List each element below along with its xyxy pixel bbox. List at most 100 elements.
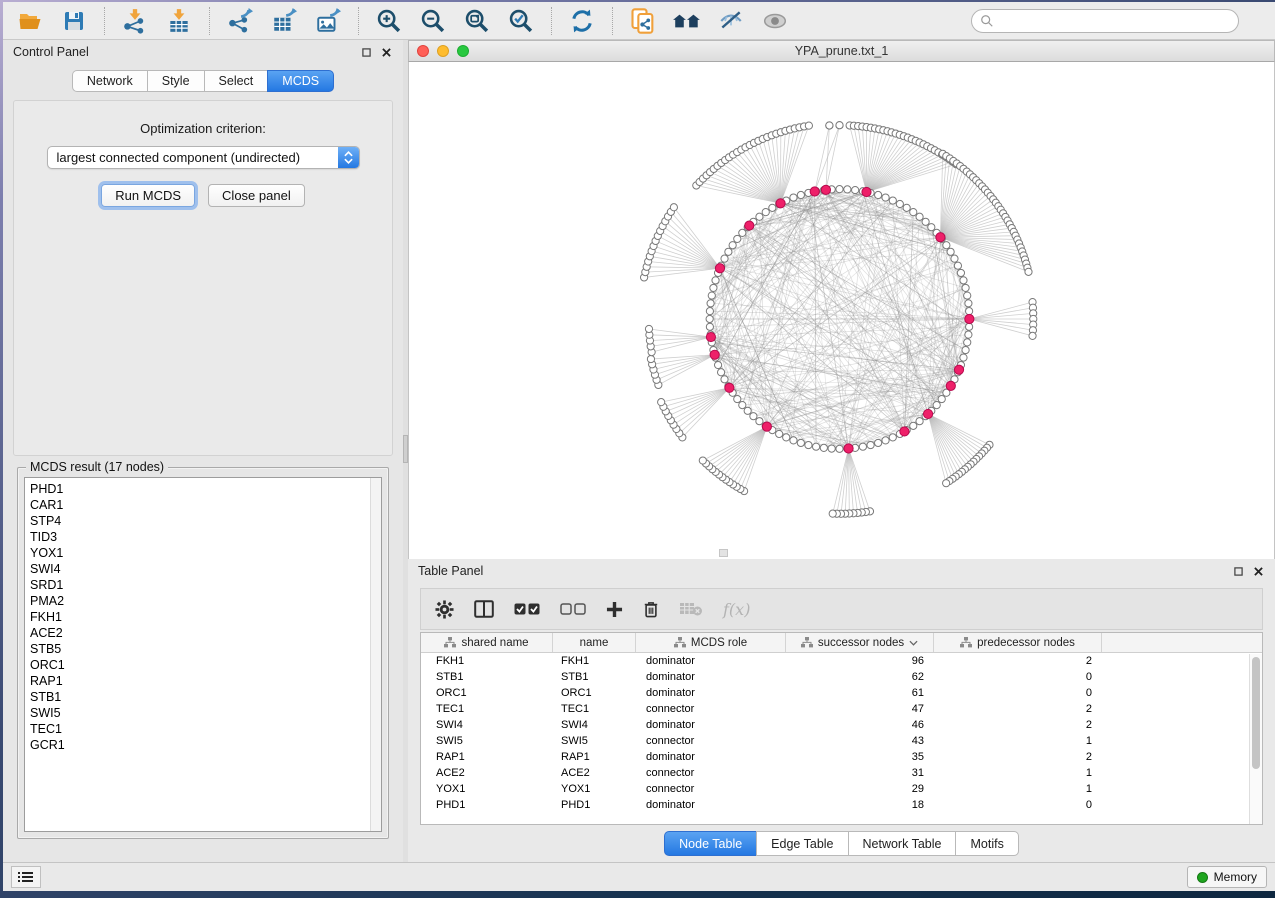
network-graph[interactable] <box>409 62 1274 559</box>
refresh-icon[interactable] <box>563 5 601 37</box>
table-row[interactable]: SWI4 SWI4 dominator 46 2 <box>421 717 1262 733</box>
mcds-result-list[interactable]: PHD1CAR1STP4TID3YOX1SWI4SRD1PMA2FKH1ACE2… <box>24 477 382 832</box>
export-image-icon[interactable] <box>309 5 347 37</box>
show-panels-menu-button[interactable] <box>11 866 41 888</box>
mcds-result-node[interactable]: PMA2 <box>25 593 381 609</box>
table-row[interactable]: STB1 STB1 dominator 62 0 <box>421 669 1262 685</box>
table-row[interactable]: TEC1 TEC1 connector 47 2 <box>421 701 1262 717</box>
criterion-dropdown[interactable]: largest connected component (undirected) <box>47 146 360 169</box>
mcds-result-node[interactable]: SWI4 <box>25 561 381 577</box>
float-panel-icon[interactable] <box>359 45 373 59</box>
zoom-selected-icon[interactable] <box>502 5 540 37</box>
open-session-icon[interactable] <box>11 5 49 37</box>
table-header: shared name name MCDS role successor nod… <box>421 633 1262 653</box>
column-header-successor-nodes[interactable]: successor nodes <box>786 633 934 652</box>
table-scrollbar[interactable] <box>1249 654 1262 824</box>
fit-content-icon[interactable] <box>458 5 496 37</box>
mcds-result-node[interactable]: RAP1 <box>25 673 381 689</box>
table-row[interactable]: SWI5 SWI5 connector 43 1 <box>421 733 1262 749</box>
mcds-result-node[interactable]: SWI5 <box>25 705 381 721</box>
zoom-in-icon[interactable] <box>370 5 408 37</box>
save-session-icon[interactable] <box>55 5 93 37</box>
mcds-result-node[interactable]: FKH1 <box>25 609 381 625</box>
node-table: shared name name MCDS role successor nod… <box>420 632 1263 825</box>
search-input[interactable] <box>999 14 1230 28</box>
app-window: Control Panel Network Style Select MCDS … <box>3 2 1275 891</box>
table-scrollbar-thumb[interactable] <box>1252 657 1260 769</box>
export-network-icon[interactable] <box>221 5 259 37</box>
table-panel-titlebar: Table Panel <box>408 559 1275 583</box>
column-header-mcds-role[interactable]: MCDS role <box>636 633 786 652</box>
tab-select[interactable]: Select <box>204 70 268 92</box>
tab-network[interactable]: Network <box>72 70 147 92</box>
import-network-icon[interactable] <box>116 5 154 37</box>
mcds-result-node[interactable]: SRD1 <box>25 577 381 593</box>
table-row[interactable]: ACE2 ACE2 connector 31 1 <box>421 765 1262 781</box>
column-header-name[interactable]: name <box>553 633 636 652</box>
mcds-result-node[interactable]: TEC1 <box>25 721 381 737</box>
tab-edge-table[interactable]: Edge Table <box>756 831 847 856</box>
network-canvas[interactable] <box>408 62 1275 559</box>
table-panel-tabs: Node Table Edge Table Network Table Moti… <box>408 831 1275 856</box>
mcds-result-node[interactable]: TID3 <box>25 529 381 545</box>
table-row[interactable]: YOX1 YOX1 connector 29 1 <box>421 781 1262 797</box>
delete-table-icon[interactable] <box>679 601 703 617</box>
zoom-out-icon[interactable] <box>414 5 452 37</box>
tab-style[interactable]: Style <box>147 70 204 92</box>
mcds-result-node[interactable]: STB1 <box>25 689 381 705</box>
table-settings-icon[interactable] <box>435 600 454 619</box>
memory-button[interactable]: Memory <box>1187 866 1267 888</box>
delete-column-icon[interactable] <box>643 600 659 618</box>
column-type-icon <box>444 637 456 648</box>
network-window-title: YPA_prune.txt_1 <box>409 44 1274 58</box>
mcds-list-scrollbar[interactable] <box>370 478 381 831</box>
function-builder-icon[interactable]: f(x) <box>723 600 750 619</box>
mcds-result-node[interactable]: PHD1 <box>25 481 381 497</box>
mcds-result-node[interactable]: CAR1 <box>25 497 381 513</box>
mcds-result-node[interactable]: STB5 <box>25 641 381 657</box>
close-panel-button[interactable]: Close panel <box>208 184 305 207</box>
toolbar-separator <box>612 7 613 35</box>
tab-mcds[interactable]: MCDS <box>267 70 334 92</box>
column-type-icon <box>960 637 972 648</box>
run-mcds-button[interactable]: Run MCDS <box>101 184 195 207</box>
close-panel-icon[interactable] <box>379 45 393 59</box>
canvas-splitter-grip[interactable] <box>719 549 728 557</box>
show-columns-icon[interactable] <box>474 600 494 618</box>
column-header-shared-name[interactable]: shared name <box>421 633 553 652</box>
table-row[interactable]: PHD1 PHD1 dominator 18 0 <box>421 797 1262 813</box>
column-header-filler <box>1102 633 1262 652</box>
network-from-selection-icon[interactable] <box>624 5 662 37</box>
search-icon <box>980 14 994 28</box>
first-neighbors-icon[interactable] <box>668 5 706 37</box>
mcds-result-node[interactable]: STP4 <box>25 513 381 529</box>
search-field[interactable] <box>971 9 1239 33</box>
import-table-icon[interactable] <box>160 5 198 37</box>
network-and-table-area: YPA_prune.txt_1 Table Panel <box>408 40 1275 862</box>
control-panel-title: Control Panel <box>13 45 89 59</box>
column-header-predecessor-nodes[interactable]: predecessor nodes <box>934 633 1102 652</box>
float-table-panel-icon[interactable] <box>1231 564 1245 578</box>
status-bar: Memory <box>3 862 1275 891</box>
mcds-result-node[interactable]: GCR1 <box>25 737 381 753</box>
tab-node-table[interactable]: Node Table <box>664 831 756 856</box>
list-icon <box>18 871 34 883</box>
deselect-all-icon[interactable] <box>560 602 586 616</box>
mcds-result-node[interactable]: ACE2 <box>25 625 381 641</box>
add-column-icon[interactable] <box>606 601 623 618</box>
table-row[interactable]: RAP1 RAP1 dominator 35 2 <box>421 749 1262 765</box>
show-all-icon[interactable] <box>756 5 794 37</box>
export-table-icon[interactable] <box>265 5 303 37</box>
hide-selected-icon[interactable] <box>712 5 750 37</box>
mcds-result-node[interactable]: YOX1 <box>25 545 381 561</box>
close-table-panel-icon[interactable] <box>1251 564 1265 578</box>
tab-network-table[interactable]: Network Table <box>848 831 956 856</box>
mcds-buttons-row: Run MCDS Close panel <box>14 184 392 207</box>
select-all-icon[interactable] <box>514 602 540 616</box>
table-row[interactable]: FKH1 FKH1 dominator 96 2 <box>421 653 1262 669</box>
network-window-titlebar[interactable]: YPA_prune.txt_1 <box>408 40 1275 62</box>
tab-motifs[interactable]: Motifs <box>955 831 1018 856</box>
table-row[interactable]: ORC1 ORC1 dominator 61 0 <box>421 685 1262 701</box>
mcds-result-node[interactable]: ORC1 <box>25 657 381 673</box>
table-panel-title: Table Panel <box>418 564 483 578</box>
